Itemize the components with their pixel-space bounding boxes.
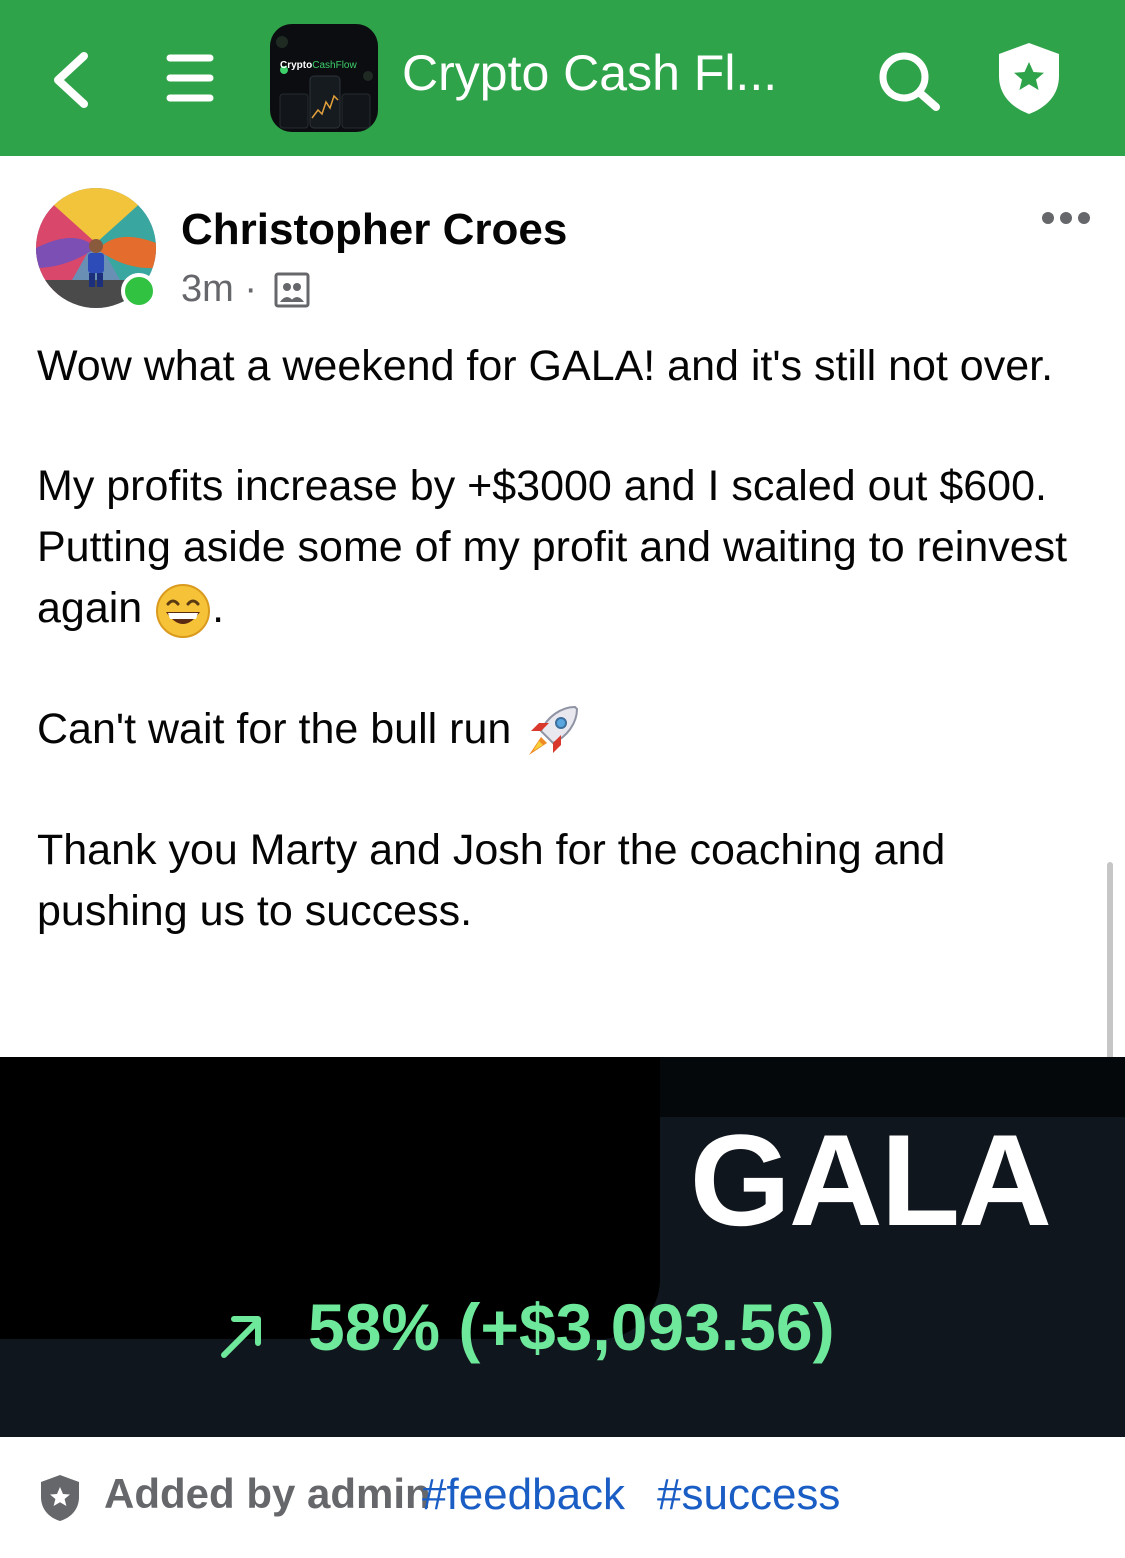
hashtag-success[interactable]: #success xyxy=(657,1470,840,1520)
arrow-up-right-icon xyxy=(221,1316,261,1358)
post-paragraph-2: My profits increase by +$3000 and I scal… xyxy=(37,456,1097,640)
shield-star-icon xyxy=(41,1475,79,1521)
group-title[interactable]: Crypto Cash Fl... xyxy=(402,44,777,102)
logo-text-accent: CashFlow xyxy=(312,60,357,71)
logo-graphic xyxy=(276,36,373,129)
post-paragraph-3: Can't wait for the bull run xyxy=(37,699,1097,762)
post-image[interactable]: GALA 58% (+$3,093.56) xyxy=(0,1057,1125,1437)
hashtag-feedback[interactable]: #feedback xyxy=(422,1470,625,1520)
group-logo[interactable]: CryptoCashFlow xyxy=(270,24,378,132)
rocket-emoji xyxy=(529,706,579,756)
post-paragraph-1: Wow what a weekend for GALA! and it's st… xyxy=(37,342,1054,390)
coin-name: GALA xyxy=(689,1107,1052,1253)
top-bar: CryptoCashFlow Crypto Cash Fl... xyxy=(0,0,1125,156)
post-time: 3m xyxy=(181,268,234,310)
online-status-indicator xyxy=(121,273,157,309)
added-by-label: Added by admin xyxy=(104,1470,431,1517)
hamburger-menu-icon[interactable] xyxy=(164,52,216,104)
logo-text-main: Crypto xyxy=(280,60,313,71)
meta-separator: · xyxy=(244,268,258,310)
post-paragraph-3-text: Can't wait for the bull run xyxy=(37,704,512,753)
post-meta: 3m · xyxy=(181,268,257,311)
more-options-icon[interactable] xyxy=(1040,204,1092,232)
coin-gain: 58% (+$3,093.56) xyxy=(308,1290,835,1364)
logo-text: CryptoCashFlow xyxy=(280,60,357,71)
group-audience-icon xyxy=(274,272,310,308)
post-paragraph-2-suffix: . xyxy=(212,584,225,632)
shield-star-icon[interactable] xyxy=(995,40,1063,116)
post-body: Wow what a weekend for GALA! and it's st… xyxy=(37,336,1097,942)
post-paragraph-4: Thank you Marty and Josh for the coachin… xyxy=(37,826,946,936)
author-name[interactable]: Christopher Croes xyxy=(181,205,567,255)
grinning-face-emoji xyxy=(156,583,211,638)
chevron-left-icon[interactable] xyxy=(46,50,96,110)
search-icon[interactable] xyxy=(876,50,942,112)
